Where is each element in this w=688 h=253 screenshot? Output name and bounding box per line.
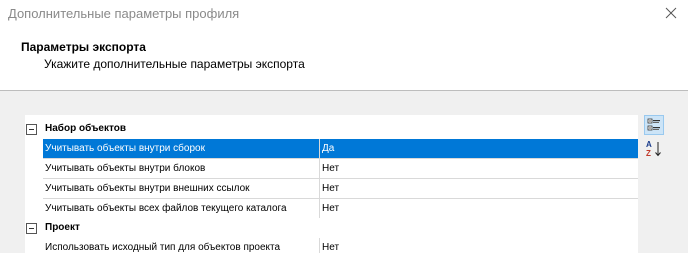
- property-name: Учитывать объекты внутри внешних ссылок: [43, 179, 320, 198]
- property-row-project-type[interactable]: Использовать исходный тип для объектов п…: [43, 238, 638, 253]
- sort-letter-a: A: [646, 140, 652, 149]
- header-section: Параметры экспорта Укажите дополнительны…: [0, 28, 688, 90]
- property-row-assemblies[interactable]: Учитывать объекты внутри сборок Да: [43, 139, 638, 159]
- property-name: Использовать исходный тип для объектов п…: [43, 238, 320, 253]
- title-bar: Дополнительные параметры профиля: [0, 0, 688, 28]
- page-subtitle: Укажите дополнительные параметры экспорт…: [44, 57, 305, 71]
- sort-letter-z: Z: [646, 149, 651, 158]
- property-name: Учитывать объекты внутри блоков: [43, 159, 320, 178]
- property-value[interactable]: Нет: [320, 179, 638, 198]
- sort-alphabetical-icon: A Z: [646, 140, 661, 158]
- dialog-window: Дополнительные параметры профиля Парамет…: [0, 0, 688, 253]
- category-project: Проект: [25, 218, 638, 238]
- category-label: Проект: [45, 222, 80, 233]
- property-row-blocks[interactable]: Учитывать объекты внутри блоков Нет: [43, 159, 638, 179]
- property-row-xrefs[interactable]: Учитывать объекты внутри внешних ссылок …: [43, 179, 638, 199]
- categorized-view-button[interactable]: [644, 115, 664, 135]
- close-icon: [665, 7, 677, 19]
- property-value[interactable]: Нет: [320, 238, 638, 253]
- property-value[interactable]: Нет: [320, 159, 638, 178]
- alphabetical-sort-button[interactable]: A Z: [644, 139, 664, 159]
- property-value[interactable]: Да: [320, 139, 638, 158]
- property-name: Учитывать объекты внутри сборок: [43, 139, 320, 158]
- page-title: Параметры экспорта: [21, 40, 146, 54]
- body-section: Набор объектов Учитывать объекты внутри …: [0, 91, 688, 253]
- collapse-toggle[interactable]: [26, 124, 37, 135]
- collapse-toggle[interactable]: [26, 223, 37, 234]
- property-row-folder-files[interactable]: Учитывать объекты всех файлов текущего к…: [43, 199, 638, 219]
- property-name: Учитывать объекты всех файлов текущего к…: [43, 199, 320, 218]
- property-grid: Набор объектов Учитывать объекты внутри …: [25, 115, 638, 253]
- property-value[interactable]: Нет: [320, 199, 638, 218]
- window-title: Дополнительные параметры профиля: [8, 6, 240, 21]
- categorized-view-icon: [647, 118, 660, 131]
- category-label: Набор объектов: [45, 123, 126, 134]
- close-button[interactable]: [660, 2, 682, 24]
- category-object-set: Набор объектов: [25, 119, 638, 139]
